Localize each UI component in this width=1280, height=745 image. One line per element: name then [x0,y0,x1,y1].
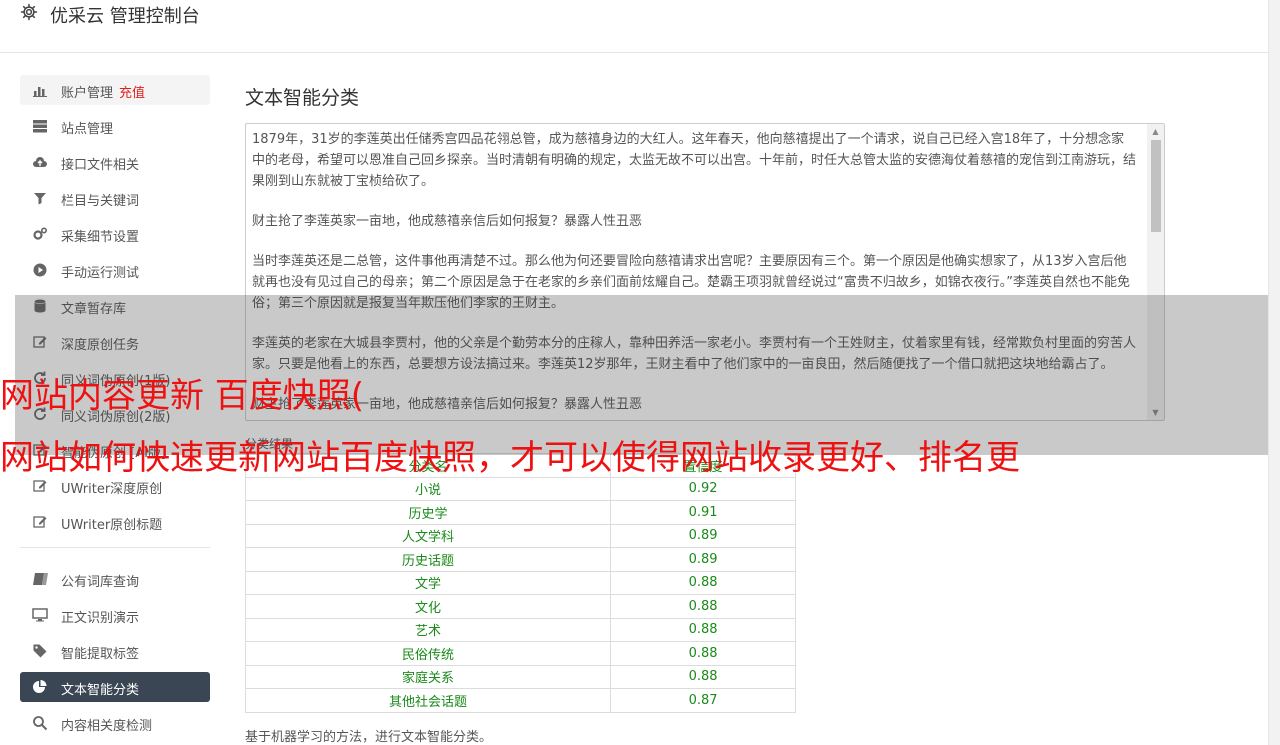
top-bar: 优采云 管理控制台 [0,0,1269,53]
sidebar-item-label: 内容相关度检测 [61,719,153,734]
category-cell: 其他社会话题 [244,688,612,713]
filter-icon [34,193,46,205]
sidebar-item-uwriter-title[interactable]: UWriter原创标题 [20,507,210,537]
confidence-cell: 0.88 [610,570,796,595]
sidebar-item-text-classify[interactable]: 文本智能分类 [20,672,210,702]
edit-icon [33,480,47,492]
sidebar-item-text-recognition[interactable]: 正文识别演示 [20,600,210,630]
sidebar-item-label: 文本智能分类 [61,683,140,698]
gear-icon [20,3,38,21]
confidence-cell: 0.88 [610,617,796,642]
confidence-cell: 0.88 [610,664,796,689]
table-row: 家庭关系 0.88 [244,664,796,689]
category-cell: 历史话题 [244,547,612,572]
search-icon [33,716,48,731]
sidebar-item-label: 采集细节设置 [61,230,140,245]
table-row: 艺术 0.88 [244,617,796,642]
monitor-icon [32,608,48,622]
sidebar-item-manual-run[interactable]: 手动运行测试 [20,255,210,285]
sidebar-divider [20,547,210,548]
table-row: 其他社会话题 0.87 [244,688,796,713]
sidebar-item-site[interactable]: 站点管理 [20,111,210,141]
category-cell: 文学 [244,570,612,595]
sidebar-item-label: UWriter深度原创 [61,482,163,497]
book-icon [33,573,48,585]
table-row: 小说 0.92 [244,476,796,501]
sidebar-item-label: 智能提取标签 [61,647,140,662]
sidebar-item-collect-settings[interactable]: 采集细节设置 [20,219,210,249]
sidebar-item-tag-extract[interactable]: 智能提取标签 [20,636,210,666]
edit-icon [33,516,47,528]
category-cell: 民俗传统 [244,641,612,666]
sidebar-item-label: 正文识别演示 [61,611,140,626]
table-row: 文学 0.88 [244,570,796,595]
scroll-thumb[interactable] [1151,140,1161,232]
sidebar-item-label: 栏目与关键词 [61,194,140,209]
confidence-cell: 0.87 [610,688,796,713]
sidebar-item-label: 账户管理 充值 [61,86,146,101]
app-title: 优采云 管理控制台 [50,6,200,27]
scroll-up-icon[interactable]: ▲ [1147,124,1164,139]
play-circle-icon [33,263,47,277]
confidence-cell: 0.88 [610,594,796,619]
sidebar-item-public-lexicon[interactable]: 公有词库查询 [20,564,210,594]
sidebar-item-account[interactable]: 账户管理 充值 [20,75,210,105]
category-cell: 历史学 [244,500,612,525]
bar-chart-icon [33,87,47,97]
text-paragraph: 财主抢了李莲英家一亩地，他成慈禧亲信后如何报复？暴露人性丑恶 [252,214,643,229]
sidebar-item-label: 站点管理 [61,122,114,137]
pie-chart-icon [33,680,47,693]
category-cell: 小说 [244,476,612,501]
table-row: 民俗传统 0.88 [244,641,796,666]
classification-table: 分类名 置信度 小说 0.92 历史学 0.91 人文学科 0.89 历史话题 0.89 文学 0… [244,453,796,713]
ad-subline: 网站如何快速更新网站百度快照，才可以使得网站收录更好、排名更 [0,438,1020,478]
page-title: 文本智能分类 [245,87,360,109]
table-row: 文化 0.88 [244,594,796,619]
ad-headline: 网站内容更新 百度快照( [0,376,365,416]
table-row: 历史话题 0.89 [244,547,796,572]
category-cell: 家庭关系 [244,664,612,689]
category-cell: 人文学科 [244,523,612,548]
text-paragraph: 1879年，31岁的李莲英出任储秀宫四品花翎总管，成为慈禧身边的大红人。这年春天… [252,132,1137,189]
ad-overlay [15,295,1268,455]
sidebar-item-api-files[interactable]: 接口文件相关 [20,147,210,177]
confidence-cell: 0.89 [610,547,796,572]
cloud-upload-icon [33,157,47,167]
method-note: 基于机器学习的方法，进行文本智能分类。 [245,730,493,745]
server-icon [33,120,47,133]
tag-icon [33,644,47,658]
confidence-cell: 0.92 [610,476,796,501]
cogs-icon [33,227,48,240]
category-cell: 文化 [244,594,612,619]
table-row: 人文学科 0.89 [244,523,796,548]
sidebar-item-label: 手动运行测试 [61,266,140,281]
sidebar-item-relevance[interactable]: 内容相关度检测 [20,708,210,738]
sidebar-item-label: UWriter原创标题 [61,518,163,533]
sidebar-item-label: 公有词库查询 [61,575,140,590]
table-row: 历史学 0.91 [244,500,796,525]
confidence-cell: 0.89 [610,523,796,548]
confidence-cell: 0.91 [610,500,796,525]
sidebar-item-label: 接口文件相关 [61,158,140,173]
recharge-link[interactable]: 充值 [119,86,145,101]
sidebar-item-columns-keywords[interactable]: 栏目与关键词 [20,183,210,213]
confidence-cell: 0.88 [610,641,796,666]
category-cell: 艺术 [244,617,612,642]
